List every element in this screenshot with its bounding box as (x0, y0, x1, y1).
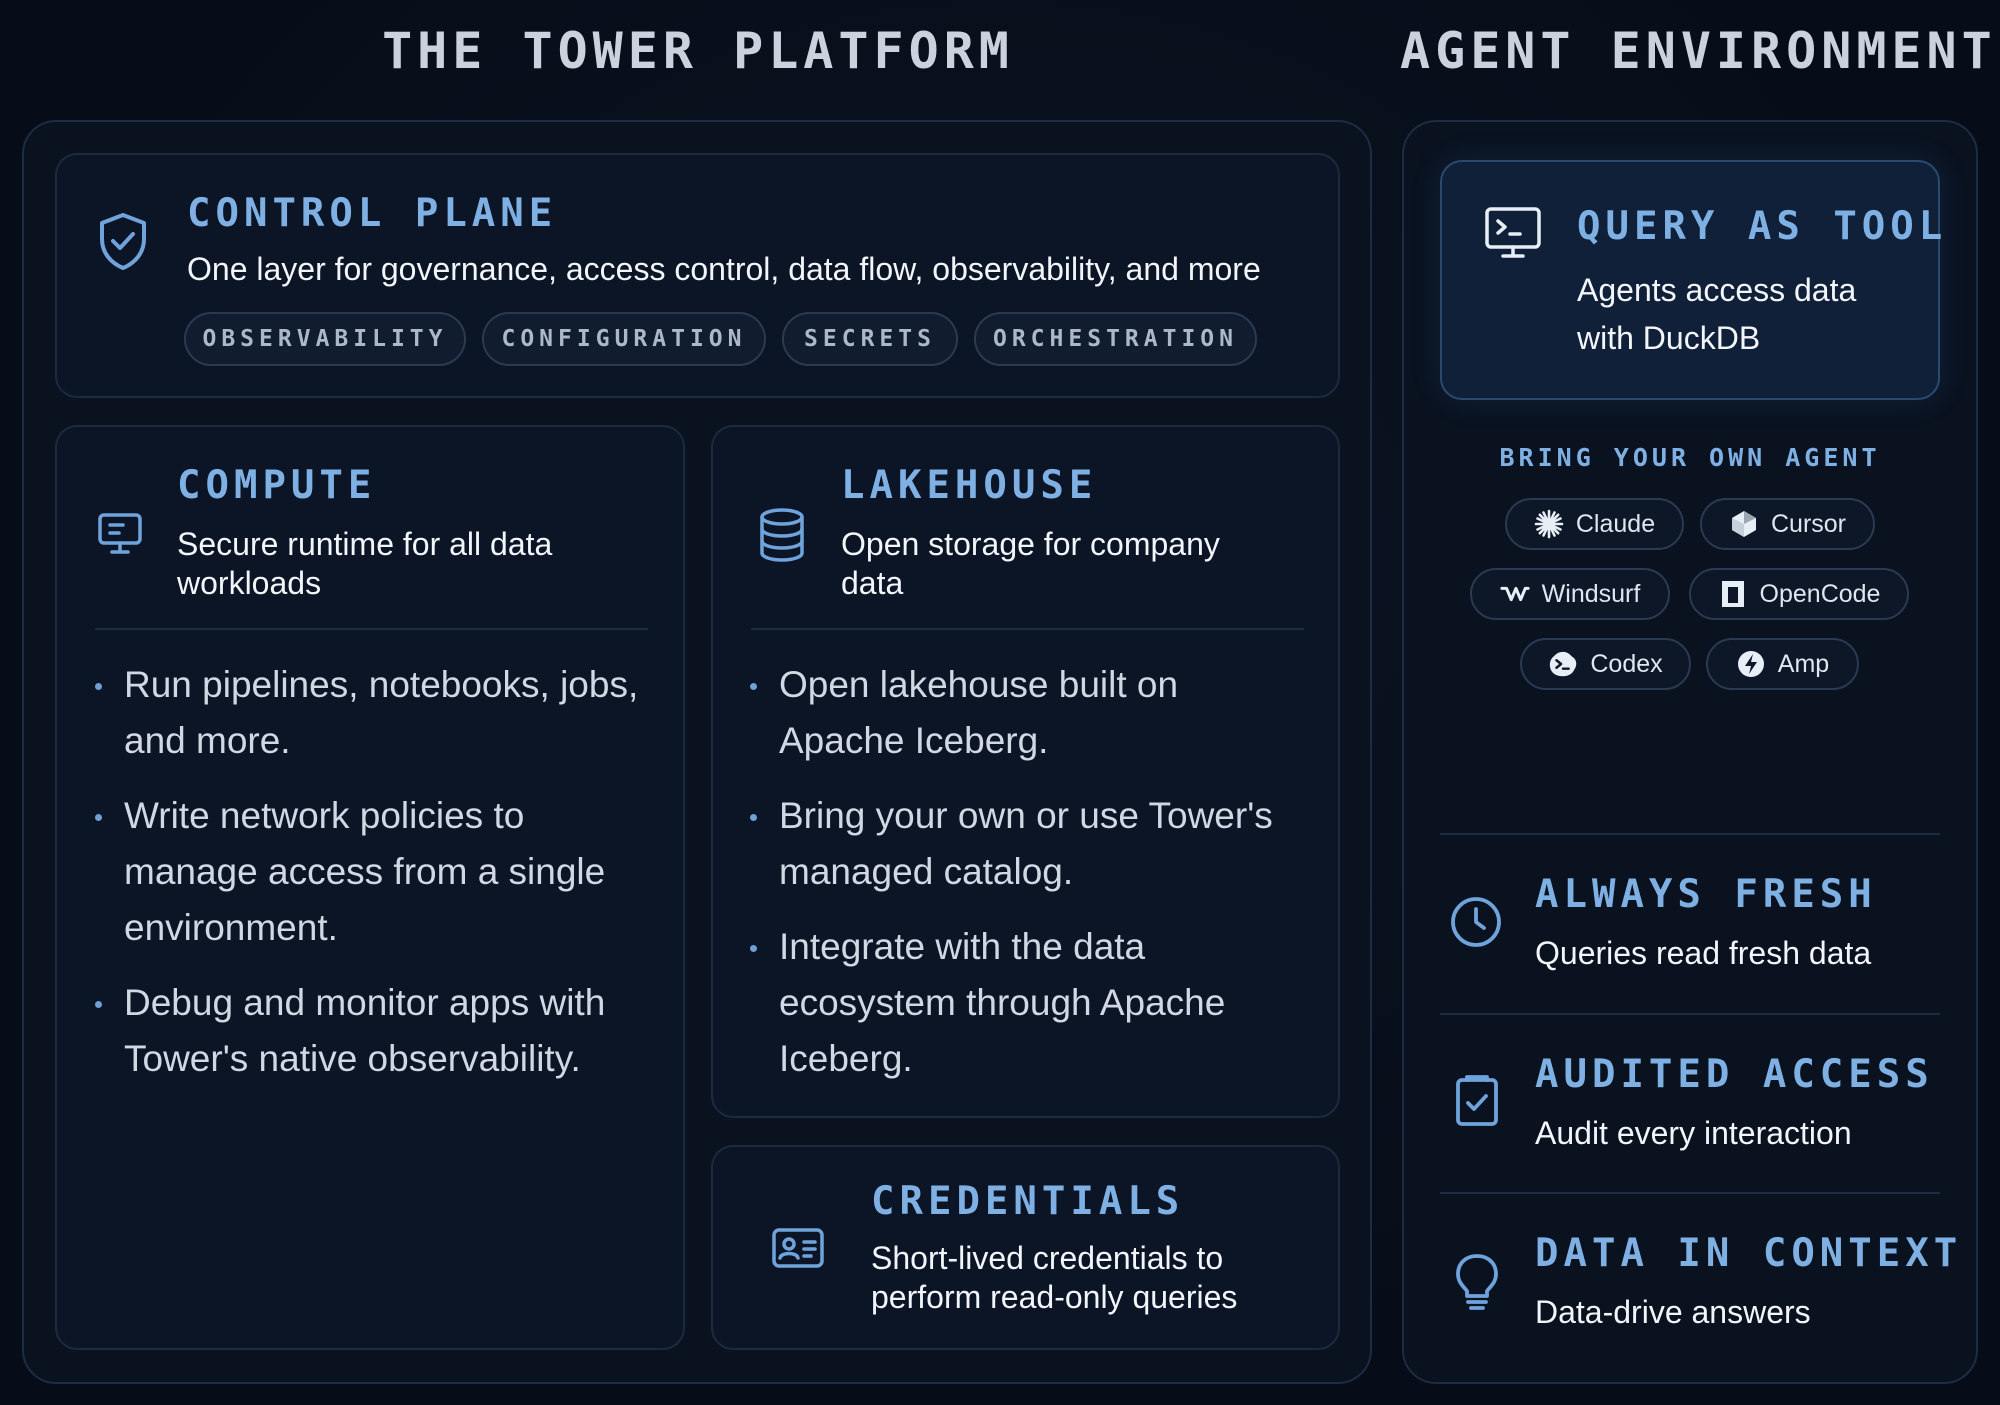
agent-section-title: AGENT ENVIRONMENT (1400, 22, 1997, 80)
agent-label-windsurf: Windsurf (1541, 579, 1641, 608)
architecture-diagram: THE TOWER PLATFORM AGENT ENVIRONMENT CON… (0, 0, 2000, 1405)
credentials-card: CREDENTIALS Short-lived credentials to p… (711, 1145, 1340, 1350)
data-in-context-description: Data-drive answers (1535, 1294, 1811, 1330)
clock-icon (1449, 895, 1503, 949)
lakehouse-heading: LAKEHOUSE (841, 463, 1098, 508)
agent-label-codex: Codex (1590, 649, 1663, 678)
control-plane-card: CONTROL PLANE One layer for governance, … (55, 153, 1340, 398)
lakehouse-bullet: Bring your own or use Tower's managed ca… (750, 788, 1310, 900)
agent-pill-windsurf: Windsurf (1470, 568, 1670, 620)
agent-pill-amp: Amp (1706, 638, 1859, 690)
chip-observability: OBSERVABILITY (184, 312, 466, 366)
agent-pill-cursor: Cursor (1700, 498, 1875, 550)
agent-pill-codex: Codex (1520, 638, 1691, 690)
agent-pill-opencode: OpenCode (1689, 568, 1909, 620)
agent-label-cursor: Cursor (1770, 509, 1846, 538)
compute-bullet: Run pipelines, notebooks, jobs, and more… (95, 657, 665, 769)
agent-label-amp: Amp (1777, 649, 1830, 678)
lakehouse-description: Open storage for company data (841, 526, 1220, 602)
lakehouse-divider (751, 628, 1304, 630)
always-fresh-description: Queries read fresh data (1535, 935, 1872, 971)
agent-pill-claude: Claude (1505, 498, 1684, 550)
query-as-tool-card: QUERY AS TOOL Agents access data with Du… (1440, 160, 1942, 400)
clipboard-check-icon (1454, 1074, 1500, 1128)
codex-icon (1548, 649, 1578, 679)
amp-icon (1736, 649, 1766, 679)
shield-check-icon (97, 211, 149, 271)
lightbulb-icon (1454, 1252, 1500, 1312)
compute-bullet: Debug and monitor apps with Tower's nati… (95, 975, 665, 1087)
byo-agent-label: BRING YOUR OWN AGENT (1499, 443, 1881, 472)
compute-card: COMPUTE Secure runtime for all data work… (55, 425, 685, 1350)
control-plane-description: One layer for governance, access control… (187, 251, 1261, 287)
compute-bullet: Write network policies to manage access … (95, 788, 665, 956)
platform-section-title: THE TOWER PLATFORM (382, 22, 1014, 80)
feature-divider (1440, 1192, 1940, 1194)
compute-bullet-list: Run pipelines, notebooks, jobs, and more… (95, 657, 665, 1106)
compute-description: Secure runtime for all data workloads (177, 526, 553, 602)
claude-icon (1534, 509, 1564, 539)
cursor-icon (1729, 509, 1759, 539)
agent-label-opencode: OpenCode (1759, 579, 1881, 608)
chip-configuration: CONFIGURATION (482, 312, 766, 366)
lakehouse-bullet-list: Open lakehouse built on Apache Iceberg. … (750, 657, 1310, 1106)
feature-divider (1440, 1013, 1940, 1015)
chip-secrets: SECRETS (782, 312, 958, 366)
audited-access-heading: AUDITED ACCESS (1535, 1052, 1934, 1097)
credentials-description: Short-lived credentials to perform read-… (871, 1240, 1238, 1316)
control-plane-heading: CONTROL PLANE (187, 191, 558, 236)
agent-label-claude: Claude (1575, 509, 1656, 538)
compute-heading: COMPUTE (177, 463, 377, 508)
database-icon (757, 507, 807, 563)
data-in-context-heading: DATA IN CONTEXT (1535, 1231, 1963, 1276)
compute-divider (95, 628, 648, 630)
opencode-icon (1718, 579, 1748, 609)
chip-orchestration: ORCHESTRATION (974, 312, 1257, 366)
monitor-icon (97, 512, 143, 556)
query-as-tool-description: Agents access data with DuckDB (1577, 272, 1857, 356)
audited-access-description: Audit every interaction (1535, 1115, 1852, 1151)
credentials-heading: CREDENTIALS (871, 1179, 1185, 1224)
query-as-tool-heading: QUERY AS TOOL (1577, 204, 1948, 249)
lakehouse-bullet: Integrate with the data ecosystem throug… (750, 919, 1310, 1087)
lakehouse-card: LAKEHOUSE Open storage for company data … (711, 425, 1340, 1118)
always-fresh-heading: ALWAYS FRESH (1535, 872, 1877, 917)
terminal-icon (1484, 206, 1542, 260)
id-card-icon (771, 1227, 825, 1269)
windsurf-icon (1500, 579, 1530, 609)
feature-divider (1440, 833, 1940, 835)
lakehouse-bullet: Open lakehouse built on Apache Iceberg. (750, 657, 1310, 769)
